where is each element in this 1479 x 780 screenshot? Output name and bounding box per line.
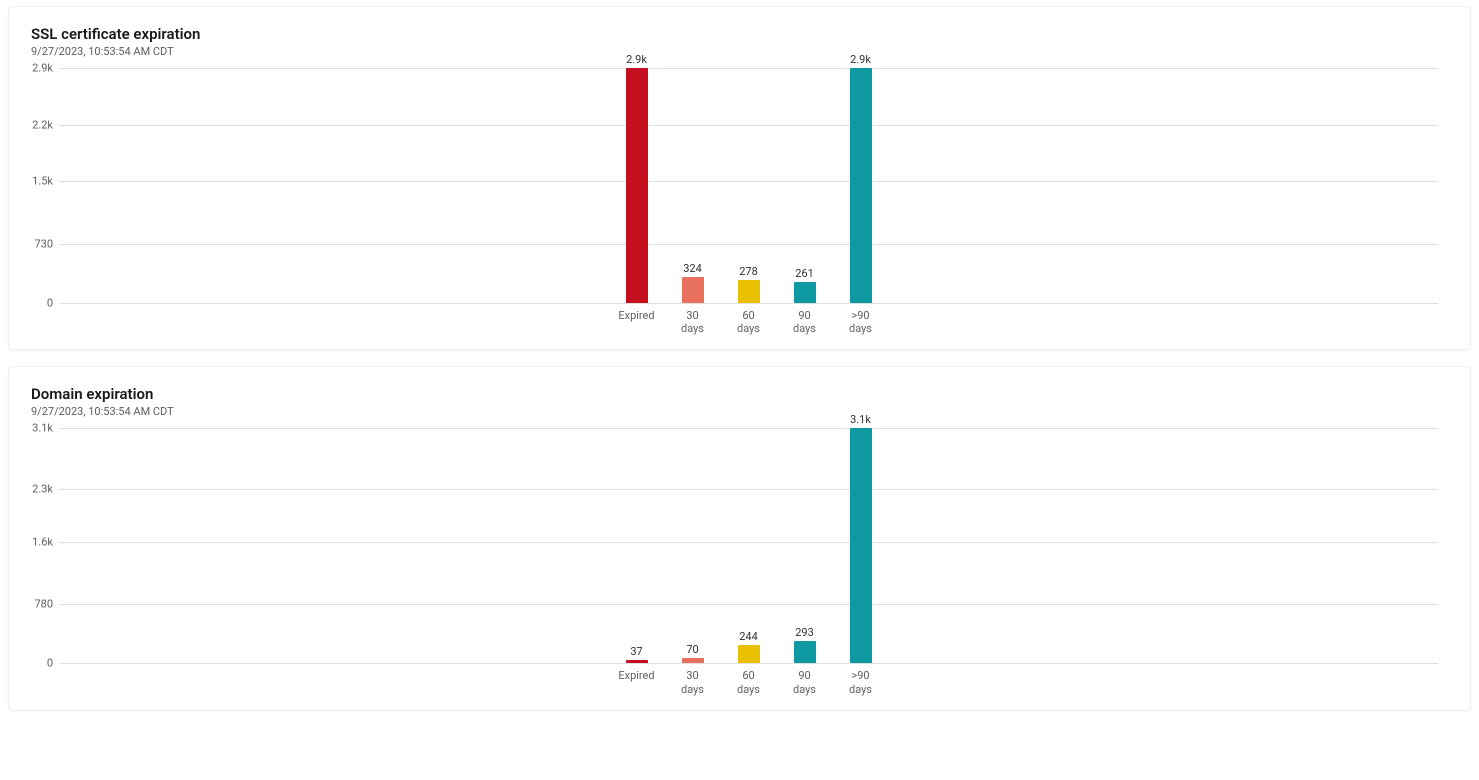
chart-y-tick-label: 0 [21,297,53,310]
chart-gridline [59,489,1438,490]
chart-x-labels: Expired30 days60 days90 days>90 days [59,669,1438,695]
chart-bar[interactable]: 293 [777,626,833,663]
chart-x-labels: Expired30 days60 days90 days>90 days [59,309,1438,335]
chart-bar[interactable]: 37 [609,645,665,663]
chart-y-tick-label: 2.2k [21,118,53,131]
chart-y-tick-label: 2.9k [21,62,53,75]
chart-y-tick-label: 1.5k [21,175,53,188]
chart-bar-rect [794,282,816,303]
chart-y-tick-label: 780 [21,598,53,611]
chart-y-tick-label: 3.1k [21,422,53,435]
chart-y-tick-label: 1.6k [21,536,53,549]
chart-bar-rect [626,68,648,303]
chart-y-tick-label: 730 [21,237,53,250]
chart-bars: 37 70 244 293 3.1k [59,413,1438,663]
chart-gridline [59,244,1438,245]
chart-bar-value-label: 261 [795,267,814,280]
chart-x-tick-label: 60 days [721,669,777,695]
chart-bar-value-label: 324 [683,262,702,275]
chart-gridline [59,604,1438,605]
chart-bar-rect [682,277,704,303]
chart-bar-rect [738,645,760,663]
chart-x-tick-label: 60 days [721,309,777,335]
chart-bar-value-label: 3.1k [850,413,871,426]
chart-bar-value-label: 278 [739,265,758,278]
chart-gridline [59,663,1438,664]
chart-bar-rect [626,660,648,663]
chart-bar[interactable]: 278 [721,265,777,303]
chart-x-tick-label: >90 days [833,669,889,695]
chart-bar[interactable]: 2.9k [833,53,889,303]
chart-grid: 07301.5k2.2k2.9k2.9k3242782612.9k [59,68,1438,303]
card-timestamp: 9/27/2023, 10:53:54 AM CDT [31,45,1448,58]
chart-domain-expiration: 07801.6k2.3k3.1k37702442933.1k Expired30… [59,428,1438,695]
chart-gridline [59,428,1438,429]
chart-bar[interactable]: 70 [665,643,721,663]
chart-x-tick-label: 90 days [777,309,833,335]
chart-bar[interactable]: 324 [665,262,721,303]
chart-bar[interactable]: 244 [721,630,777,663]
chart-x-tick-label: 30 days [665,309,721,335]
chart-ssl-expiration: 07301.5k2.2k2.9k2.9k3242782612.9k Expire… [59,68,1438,335]
chart-bar-rect [850,68,872,303]
chart-bar[interactable]: 261 [777,267,833,303]
chart-y-tick-label: 2.3k [21,483,53,496]
chart-gridline [59,303,1438,304]
card-domain-expiration: Domain expiration 9/27/2023, 10:53:54 AM… [8,366,1471,710]
chart-y-tick-label: 0 [21,657,53,670]
card-timestamp: 9/27/2023, 10:53:54 AM CDT [31,405,1448,418]
chart-bar[interactable]: 2.9k [609,53,665,303]
page: SSL certificate expiration 9/27/2023, 10… [0,0,1479,737]
chart-bar-rect [682,658,704,663]
chart-x-tick-label: 30 days [665,669,721,695]
chart-bar-value-label: 244 [739,630,758,643]
chart-bar-rect [738,280,760,303]
chart-bar-value-label: 2.9k [850,53,871,66]
card-title: SSL certificate expiration [31,25,1448,43]
chart-bar-rect [850,428,872,663]
chart-x-tick-label: >90 days [833,309,889,335]
chart-bars: 2.9k 324 278 261 2.9k [59,53,1438,303]
chart-x-tick-label: Expired [609,669,665,695]
chart-grid: 07801.6k2.3k3.1k37702442933.1k [59,428,1438,663]
chart-gridline [59,68,1438,69]
chart-bar[interactable]: 3.1k [833,413,889,663]
card-title: Domain expiration [31,385,1448,403]
chart-gridline [59,125,1438,126]
chart-gridline [59,181,1438,182]
chart-x-tick-label: Expired [609,309,665,335]
chart-bar-value-label: 293 [795,626,814,639]
chart-bar-value-label: 70 [686,643,698,656]
chart-bar-value-label: 2.9k [626,53,647,66]
chart-gridline [59,542,1438,543]
chart-bar-rect [794,641,816,663]
chart-x-tick-label: 90 days [777,669,833,695]
card-ssl-expiration: SSL certificate expiration 9/27/2023, 10… [8,6,1471,350]
chart-bar-value-label: 37 [630,645,642,658]
